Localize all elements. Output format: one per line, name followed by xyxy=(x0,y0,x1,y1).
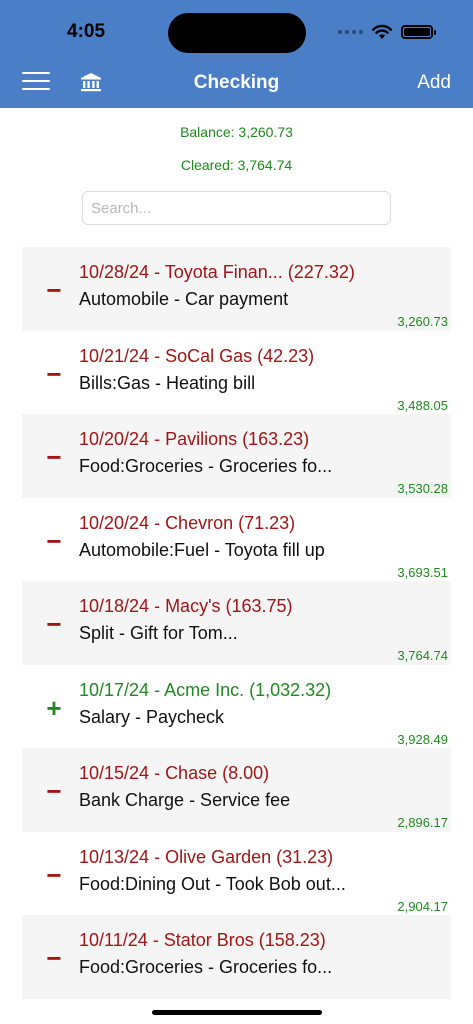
minus-icon: − xyxy=(46,859,62,890)
add-button[interactable]: Add xyxy=(417,72,451,94)
plus-icon: + xyxy=(46,692,62,723)
balance-label: Balance: 3,260.73 xyxy=(180,124,293,140)
transaction-list: −10/28/24 - Toyota Finan... (227.32) Auto… xyxy=(22,247,451,999)
minus-icon: − xyxy=(46,275,62,305)
nav-bar: 4:05 Checking Add xyxy=(0,0,473,108)
transaction-row[interactable]: −10/28/24 - Toyota Finan... (227.32) Auto… xyxy=(22,247,451,331)
search-input[interactable] xyxy=(82,191,391,225)
transaction-row[interactable]: −10/15/24 - Chase (8.00) Bank Charge - Se… xyxy=(22,748,451,832)
running-balance: 2,896.17 xyxy=(397,815,448,830)
transaction-row[interactable]: −10/13/24 - Olive Garden (31.23) Food:Din… xyxy=(22,832,451,916)
transaction-category: Bills:Gas - Heating bill xyxy=(79,372,256,393)
running-balance: 3,530.28 xyxy=(397,481,448,496)
transaction-row[interactable]: −10/20/24 - Chevron (71.23) Automobile:Fu… xyxy=(22,498,451,582)
running-balance: 3,928.49 xyxy=(397,731,448,747)
transaction-title: 10/17/24 - Acme Inc. (1,032.32) xyxy=(79,679,332,700)
minus-icon: − xyxy=(46,358,62,389)
minus-icon: − xyxy=(46,943,62,973)
minus-icon: − xyxy=(46,525,62,556)
running-balance: 3,488.05 xyxy=(397,397,448,413)
transaction-category: Split - Gift for Tom... xyxy=(79,623,238,643)
transaction-title: 10/13/24 - Olive Garden (31.23) xyxy=(79,846,334,867)
transaction-category: Automobile:Fuel - Toyota fill up xyxy=(79,539,325,560)
transaction-category: Food:Groceries - Groceries fo... xyxy=(79,957,333,977)
transaction-title: 10/20/24 - Pavilions (163.23) xyxy=(79,429,310,449)
home-indicator xyxy=(152,1010,322,1015)
page-title: Checking xyxy=(193,72,280,93)
transaction-row[interactable]: −10/20/24 - Pavilions (163.23) Food:Groce… xyxy=(22,414,451,498)
cellular-signal-icon xyxy=(338,30,363,34)
running-balance: 2,904.17 xyxy=(397,898,448,914)
minus-icon: − xyxy=(46,776,62,806)
transaction-category: Salary - Paycheck xyxy=(79,706,225,727)
transaction-title: 10/21/24 - SoCal Gas (42.23) xyxy=(79,345,315,366)
transaction-title: 10/18/24 - Macy's (163.75) xyxy=(79,596,293,616)
transaction-title: 10/20/24 - Chevron (71.23) xyxy=(79,512,296,533)
status-time: 4:05 xyxy=(67,21,106,42)
running-balance: 3,260.73 xyxy=(397,314,448,329)
transaction-row[interactable]: −10/21/24 - SoCal Gas (42.23) Bills:Gas -… xyxy=(22,331,451,415)
menu-button[interactable] xyxy=(22,72,50,92)
transaction-row[interactable]: +10/17/24 - Acme Inc. (1,032.32) Salary -… xyxy=(22,665,451,749)
minus-icon: − xyxy=(46,609,62,639)
running-balance: 3,764.74 xyxy=(397,648,448,663)
cleared-label: Cleared: 3,764.74 xyxy=(180,157,293,173)
transaction-title: 10/15/24 - Chase (8.00) xyxy=(79,763,270,783)
transaction-row[interactable]: −10/11/24 - Stator Bros (158.23) Food:Gro… xyxy=(22,915,451,999)
transaction-category: Food:Groceries - Groceries fo... xyxy=(79,456,333,476)
battery-icon xyxy=(401,25,436,39)
transaction-row[interactable]: −10/18/24 - Macy's (163.75) Split - Gift … xyxy=(22,581,451,665)
status-icons xyxy=(338,22,436,42)
hamburger-icon xyxy=(22,72,50,74)
transaction-title: 10/28/24 - Toyota Finan... (227.32) xyxy=(79,262,355,282)
bank-icon[interactable] xyxy=(80,72,102,92)
dynamic-island xyxy=(168,13,306,53)
wifi-icon xyxy=(372,24,392,39)
minus-icon: − xyxy=(46,442,62,472)
transaction-category: Bank Charge - Service fee xyxy=(79,790,291,810)
transaction-title: 10/11/24 - Stator Bros (158.23) xyxy=(79,930,326,950)
transaction-category: Automobile - Car payment xyxy=(79,289,289,309)
running-balance: 3,693.51 xyxy=(397,564,448,580)
transaction-category: Food:Dining Out - Took Bob out... xyxy=(79,873,346,894)
